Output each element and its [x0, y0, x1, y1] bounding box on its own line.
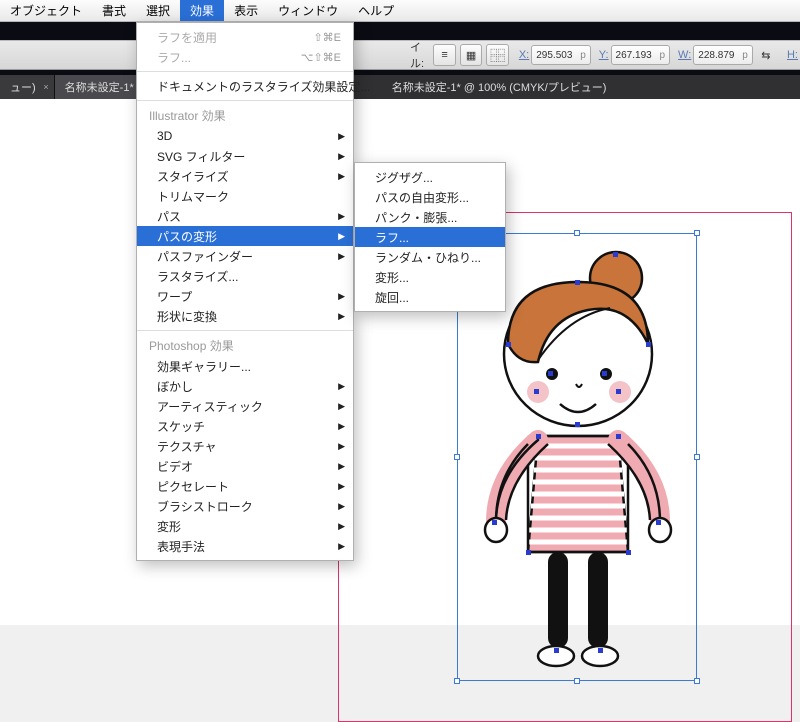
menu-effects[interactable]: 効果 — [180, 0, 224, 21]
submenu-item[interactable]: パンク・膨張... — [355, 207, 505, 227]
application-menubar: オブジェクト 書式 選択 効果 表示 ウィンドウ ヘルプ — [0, 0, 800, 22]
effects-item[interactable]: 効果ギャラリー... — [137, 356, 353, 376]
effects-item[interactable]: 形状に変換▶ — [137, 306, 353, 326]
effects-item[interactable]: ラスタライズ... — [137, 266, 353, 286]
x-field[interactable]: 295.503 — [531, 45, 591, 65]
effects-item[interactable]: スタイライズ▶ — [137, 166, 353, 186]
menu-header-illustrator: Illustrator 効果 — [137, 105, 353, 126]
menu-view[interactable]: 表示 — [224, 0, 268, 21]
w-field[interactable]: 228.879 — [693, 45, 753, 65]
transform-icon[interactable]: ▦ — [460, 44, 482, 66]
handle-mr[interactable] — [694, 454, 700, 460]
menu-last-effect: ラフ...⌥⇧⌘E — [137, 47, 353, 67]
file-label: イル: — [410, 39, 431, 71]
menu-format[interactable]: 書式 — [92, 0, 136, 21]
menu-header-photoshop: Photoshop 効果 — [137, 335, 353, 356]
menu-apply-last: ラフを適用⇧⌘E — [137, 27, 353, 47]
submenu-item[interactable]: ジグザグ... — [355, 167, 505, 187]
effects-item[interactable]: ピクセレート▶ — [137, 476, 353, 496]
handle-ml[interactable] — [454, 454, 460, 460]
effects-item[interactable]: テクスチャ▶ — [137, 436, 353, 456]
anchor-grid-icon[interactable]: ⬚⬚⬚⬚ — [486, 44, 508, 66]
submenu-item[interactable]: 変形... — [355, 267, 505, 287]
effects-item[interactable]: 3D▶ — [137, 126, 353, 146]
handle-tm[interactable] — [574, 230, 580, 236]
control-toolbar: イル: ≡ ▦ ⬚⬚⬚⬚ X: 295.503 Y: 267.193 W: 22… — [0, 40, 800, 70]
effects-item[interactable]: SVG フィルター▶ — [137, 146, 353, 166]
distort-submenu: ジグザグ...パスの自由変形...パンク・膨張...ラフ...ランダム・ひねり.… — [354, 162, 506, 312]
submenu-item[interactable]: 旋回... — [355, 287, 505, 307]
link-icon[interactable]: ⇆ — [755, 44, 777, 66]
doc-tab-1[interactable]: ュー)× — [0, 75, 55, 99]
submenu-item[interactable]: ランダム・ひねり... — [355, 247, 505, 267]
effects-item[interactable]: パスの変形▶ — [137, 226, 353, 246]
handle-bl[interactable] — [454, 678, 460, 684]
effects-item[interactable]: アーティスティック▶ — [137, 396, 353, 416]
effects-item[interactable]: トリムマーク — [137, 186, 353, 206]
submenu-item[interactable]: ラフ... — [355, 227, 505, 247]
handle-bm[interactable] — [574, 678, 580, 684]
menu-help[interactable]: ヘルプ — [348, 0, 404, 21]
effects-item[interactable]: ワープ▶ — [137, 286, 353, 306]
menu-object[interactable]: オブジェクト — [0, 0, 92, 21]
close-icon[interactable]: × — [43, 82, 48, 92]
effects-item[interactable]: ぼかし▶ — [137, 376, 353, 396]
handle-br[interactable] — [694, 678, 700, 684]
handle-tr[interactable] — [694, 230, 700, 236]
effects-item[interactable]: 表現手法▶ — [137, 536, 353, 556]
effects-item[interactable]: 変形▶ — [137, 516, 353, 536]
effects-item[interactable]: パスファインダー▶ — [137, 246, 353, 266]
h-label: H: — [787, 49, 798, 61]
effects-item[interactable]: ブラシストローク▶ — [137, 496, 353, 516]
effects-item[interactable]: ビデオ▶ — [137, 456, 353, 476]
effects-item[interactable]: パス▶ — [137, 206, 353, 226]
submenu-item[interactable]: パスの自由変形... — [355, 187, 505, 207]
document-tabs: ュー)× 名称未設定-1* @ 100%× 名称未設定-1* @ 100% (C… — [0, 75, 800, 99]
menu-window[interactable]: ウィンドウ — [268, 0, 348, 21]
y-label: Y: — [599, 49, 609, 61]
x-label: X: — [519, 49, 529, 61]
menu-rasterize-settings[interactable]: ドキュメントのラスタライズ効果設定... — [137, 76, 353, 96]
align-icon[interactable]: ≡ — [433, 44, 455, 66]
w-label: W: — [678, 49, 691, 61]
effects-dropdown: ラフを適用⇧⌘E ラフ...⌥⇧⌘E ドキュメントのラスタライズ効果設定... … — [136, 22, 354, 561]
y-field[interactable]: 267.193 — [611, 45, 671, 65]
menu-select[interactable]: 選択 — [136, 0, 180, 21]
toolbar-background: イル: ≡ ▦ ⬚⬚⬚⬚ X: 295.503 Y: 267.193 W: 22… — [0, 22, 800, 75]
effects-item[interactable]: スケッチ▶ — [137, 416, 353, 436]
